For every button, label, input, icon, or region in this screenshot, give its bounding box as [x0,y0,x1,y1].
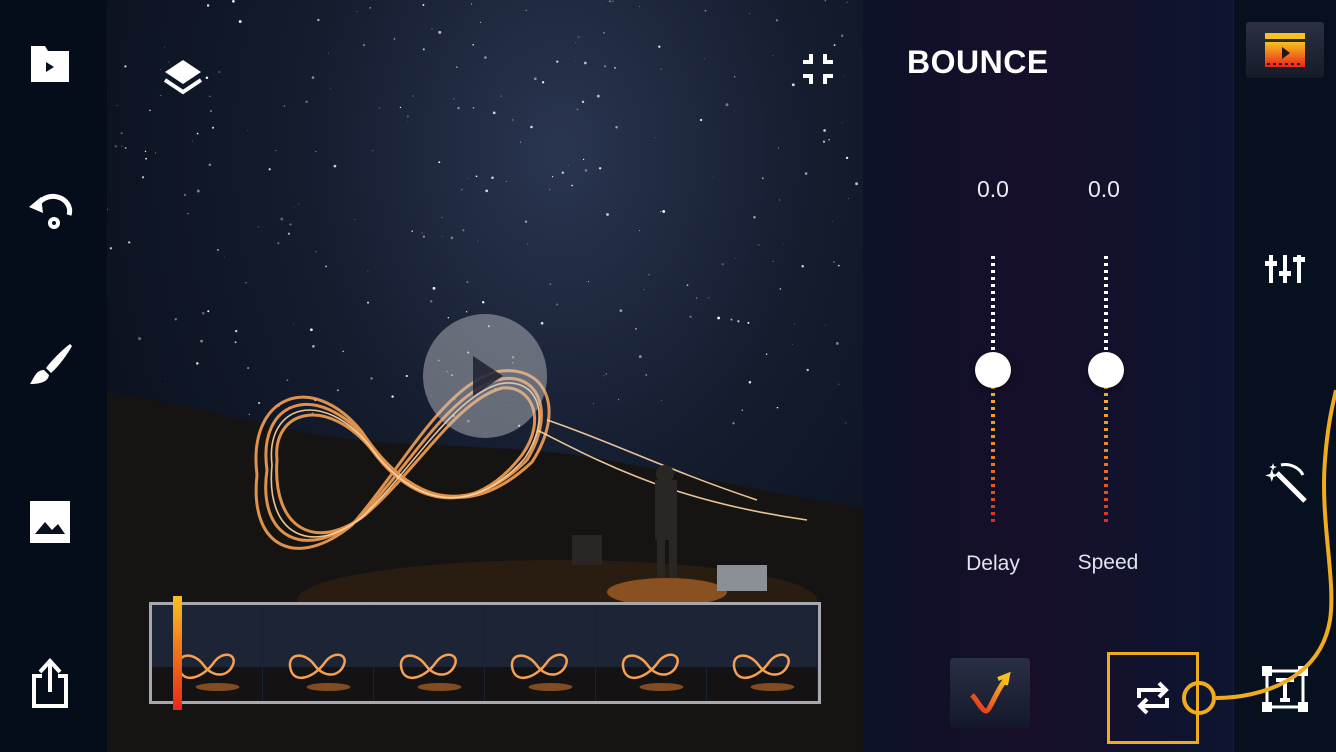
image-icon [30,501,70,543]
delay-value: 0.0 [977,176,1009,202]
loop-icon [1137,681,1169,715]
timeline-frame [485,605,595,701]
image-button[interactable] [22,494,78,550]
curve-arrow-icon [970,671,1011,714]
play-button[interactable] [423,314,547,438]
delay-slider-knob[interactable] [975,352,1011,388]
share-icon [32,658,68,708]
layers-icon [163,60,203,95]
delay-label: Delay [966,552,1020,575]
open-project-button[interactable] [22,36,78,92]
magic-wand-icon [1265,463,1307,503]
brush-button[interactable] [22,336,78,392]
timeline-frame [152,605,262,701]
loop-button[interactable] [1107,652,1199,744]
text-box-icon [1262,666,1308,712]
speed-value: 0.0 [1088,176,1120,202]
timeline-strip[interactable] [149,602,821,704]
right-toolbar [1233,0,1336,752]
folder-play-icon [31,46,69,82]
video-frame-button[interactable] [1246,22,1324,78]
timeline-frame [263,605,373,701]
bounce-panel: BOUNCE 0.0 0.0 Delay Speed [863,0,1233,752]
delay-track-lower [991,372,995,522]
speed-track-lower [1104,372,1108,522]
collapse-icon [803,54,833,84]
collapse-button[interactable] [799,50,837,88]
play-icon [473,356,503,396]
speed-label: Speed [1077,551,1139,574]
timeline-frames [152,605,817,701]
adjust-button[interactable] [1256,240,1314,298]
left-toolbar [0,0,107,752]
magic-wand-button[interactable] [1256,452,1314,510]
undo-icon [29,193,73,229]
layers-button[interactable] [161,56,205,100]
speed-slider-knob[interactable] [1088,352,1124,388]
video-frame-icon [1265,33,1305,67]
brush-icon [30,344,72,384]
timeline-frame [374,605,484,701]
video-preview[interactable] [107,0,863,752]
text-box-button[interactable] [1256,660,1314,718]
panel-title: BOUNCE [907,44,1049,80]
timeline-frame [707,605,817,701]
adjust-sliders-icon [1265,255,1305,283]
playhead-handle[interactable] [173,596,182,710]
undo-button[interactable] [22,182,78,238]
curve-button[interactable] [950,658,1030,728]
share-button[interactable] [22,656,78,712]
timeline-frame [596,605,706,701]
